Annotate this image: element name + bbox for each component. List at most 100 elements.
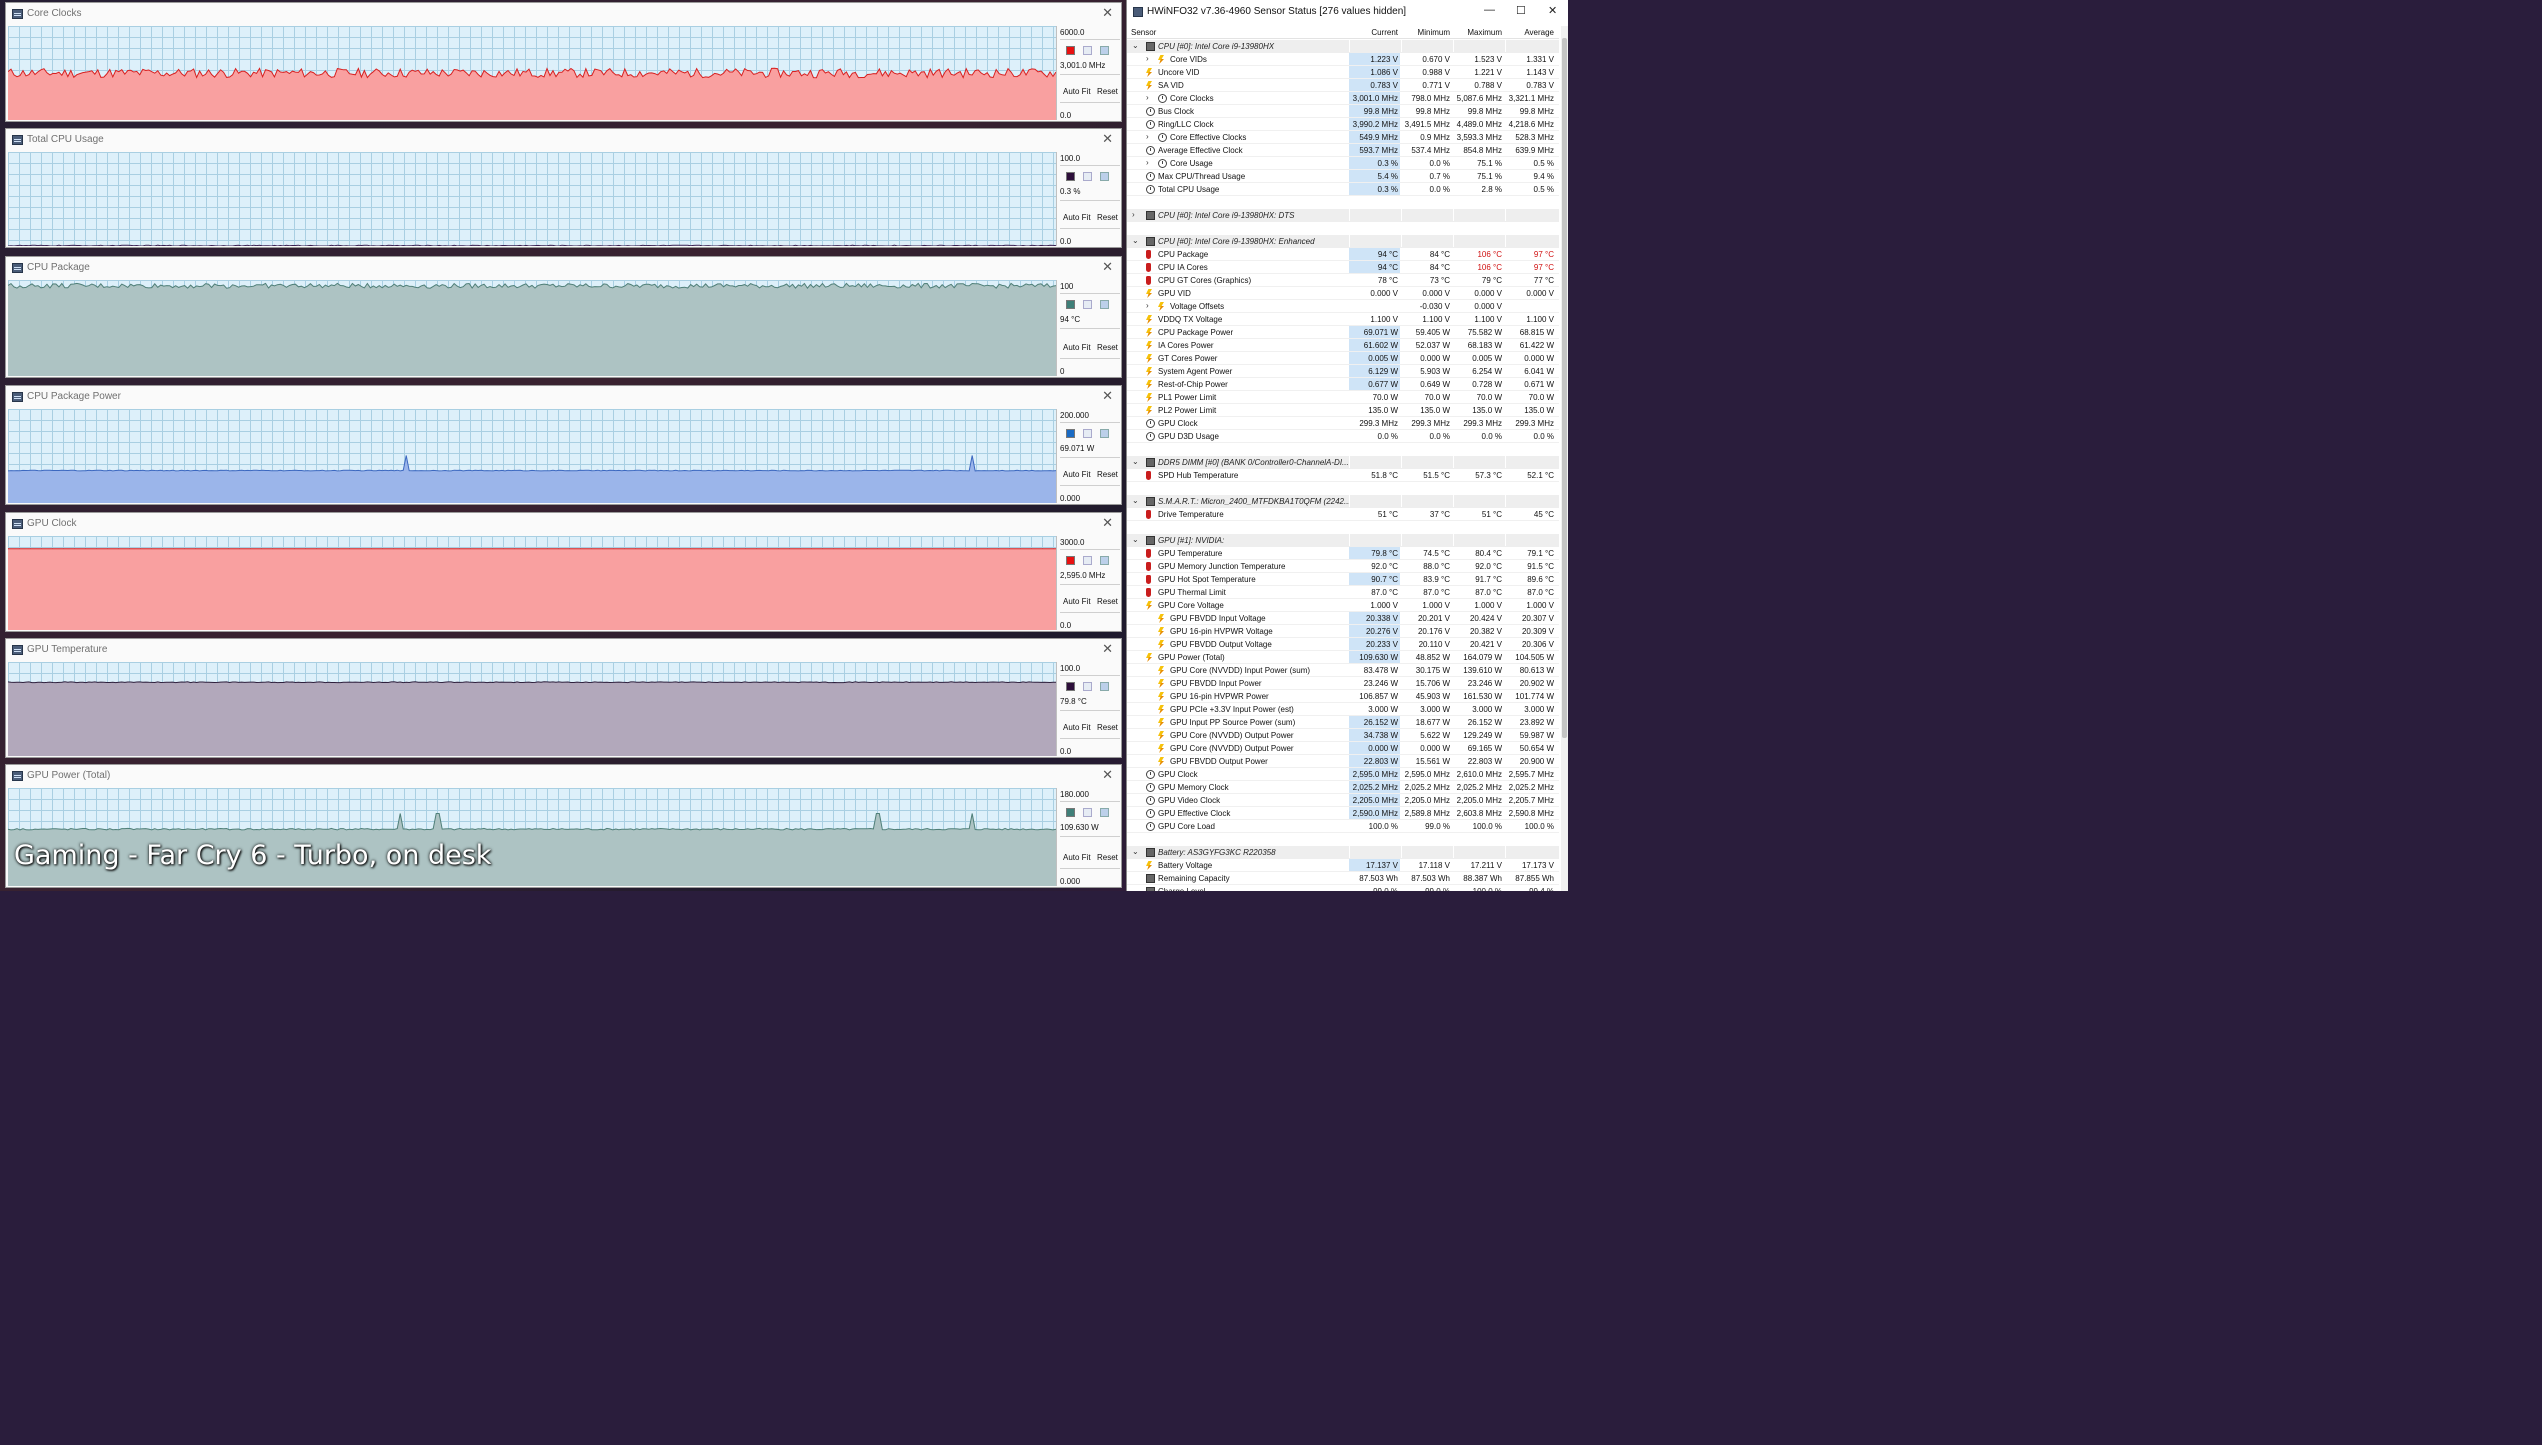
sensor-row[interactable]: GPU FBVDD Input Power 23.246 W 15.706 W … — [1127, 677, 1559, 690]
color-swatch[interactable] — [1066, 46, 1075, 55]
sensor-row[interactable]: GT Cores Power 0.005 W 0.000 W 0.005 W 0… — [1127, 352, 1559, 365]
sensor-row[interactable]: › Voltage Offsets -0.030 V 0.000 V — [1127, 300, 1559, 313]
sensor-row[interactable]: GPU VID 0.000 V 0.000 V 0.000 V 0.000 V — [1127, 287, 1559, 300]
sensor-row[interactable]: Ring/LLC Clock 3,990.2 MHz 3,491.5 MHz 4… — [1127, 118, 1559, 131]
color-swatch-alt[interactable] — [1083, 46, 1092, 55]
sensor-row[interactable]: Average Effective Clock 593.7 MHz 537.4 … — [1127, 144, 1559, 157]
sensor-group-row[interactable]: › CPU [#0]: Intel Core i9-13980HX: DTS — [1127, 209, 1559, 222]
chevron-right-icon[interactable]: › — [1146, 93, 1149, 102]
graph-window-core-clocks[interactable]: Core Clocks ✕ 6000.0 3,001.0 MHz Auto Fi… — [5, 2, 1122, 122]
sensor-row[interactable]: GPU Temperature 79.8 °C 74.5 °C 80.4 °C … — [1127, 547, 1559, 560]
graph-window-total-cpu-usage[interactable]: Total CPU Usage ✕ 100.0 0.3 % Auto Fit R… — [5, 128, 1122, 248]
sensor-group-row[interactable]: ⌄ CPU [#0]: Intel Core i9-13980HX — [1127, 40, 1559, 53]
sensor-row[interactable]: CPU Package Power 69.071 W 59.405 W 75.5… — [1127, 326, 1559, 339]
close-icon[interactable]: ✕ — [1102, 388, 1113, 404]
sensor-row[interactable]: GPU Core (NVVDD) Output Power 34.738 W 5… — [1127, 729, 1559, 742]
color-swatch-alt[interactable] — [1083, 172, 1092, 181]
sensor-row[interactable]: GPU Effective Clock 2,590.0 MHz 2,589.8 … — [1127, 807, 1559, 820]
auto-fit-button[interactable]: Auto Fit — [1063, 343, 1091, 352]
sensor-row[interactable]: GPU D3D Usage 0.0 % 0.0 % 0.0 % 0.0 % — [1127, 430, 1559, 443]
sensor-row[interactable]: Bus Clock 99.8 MHz 99.8 MHz 99.8 MHz 99.… — [1127, 105, 1559, 118]
sensor-row[interactable]: GPU 16-pin HVPWR Power 106.857 W 45.903 … — [1127, 690, 1559, 703]
chevron-down-icon[interactable]: ⌄ — [1132, 847, 1139, 856]
chevron-right-icon[interactable]: › — [1132, 210, 1135, 219]
chevron-down-icon[interactable]: ⌄ — [1132, 457, 1139, 466]
sensor-row[interactable]: SPD Hub Temperature 51.8 °C 51.5 °C 57.3… — [1127, 469, 1559, 482]
sensor-row[interactable]: GPU FBVDD Input Voltage 20.338 V 20.201 … — [1127, 612, 1559, 625]
close-icon[interactable]: ✕ — [1102, 5, 1113, 21]
sensor-row[interactable]: GPU Clock 299.3 MHz 299.3 MHz 299.3 MHz … — [1127, 417, 1559, 430]
minimize-icon[interactable]: — — [1484, 4, 1495, 16]
sensor-row[interactable]: › Core VIDs 1.223 V 0.670 V 1.523 V 1.33… — [1127, 53, 1559, 66]
close-icon[interactable]: ✕ — [1102, 259, 1113, 275]
sensor-row[interactable]: GPU Core (NVVDD) Output Power 0.000 W 0.… — [1127, 742, 1559, 755]
sensor-row[interactable]: GPU Power (Total) 109.630 W 48.852 W 164… — [1127, 651, 1559, 664]
reset-button[interactable]: Reset — [1097, 723, 1118, 732]
color-swatch[interactable] — [1066, 172, 1075, 181]
column-minimum[interactable]: Minimum — [1401, 28, 1450, 37]
sensor-row[interactable]: GPU FBVDD Output Voltage 20.233 V 20.110… — [1127, 638, 1559, 651]
color-swatch-alt[interactable] — [1083, 808, 1092, 817]
reset-button[interactable]: Reset — [1097, 213, 1118, 222]
sensor-row[interactable]: SA VID 0.783 V 0.771 V 0.788 V 0.783 V — [1127, 79, 1559, 92]
reset-button[interactable]: Reset — [1097, 470, 1118, 479]
color-swatch-fill[interactable] — [1100, 300, 1109, 309]
close-icon[interactable]: ✕ — [1102, 515, 1113, 531]
graph-titlebar[interactable]: CPU Package Power ✕ — [6, 386, 1121, 408]
graph-window-cpu-package-power[interactable]: CPU Package Power ✕ 200.000 69.071 W Aut… — [5, 385, 1122, 505]
column-maximum[interactable]: Maximum — [1453, 28, 1502, 37]
chevron-down-icon[interactable]: ⌄ — [1132, 496, 1139, 505]
auto-fit-button[interactable]: Auto Fit — [1063, 470, 1091, 479]
sensor-row[interactable]: GPU Clock 2,595.0 MHz 2,595.0 MHz 2,610.… — [1127, 768, 1559, 781]
sensor-row[interactable]: CPU Package 94 °C 84 °C 106 °C 97 °C — [1127, 248, 1559, 261]
graph-window-gpu-temperature[interactable]: GPU Temperature ✕ 100.0 79.8 °C Auto Fit… — [5, 638, 1122, 758]
sensor-group-row[interactable]: ⌄ DDR5 DIMM [#0] (BANK 0/Controller0-Cha… — [1127, 456, 1559, 469]
sensor-row[interactable]: CPU GT Cores (Graphics) 78 °C 73 °C 79 °… — [1127, 274, 1559, 287]
auto-fit-button[interactable]: Auto Fit — [1063, 723, 1091, 732]
auto-fit-button[interactable]: Auto Fit — [1063, 597, 1091, 606]
sensor-row[interactable]: GPU 16-pin HVPWR Voltage 20.276 V 20.176… — [1127, 625, 1559, 638]
color-swatch-alt[interactable] — [1083, 300, 1092, 309]
auto-fit-button[interactable]: Auto Fit — [1063, 213, 1091, 222]
graph-titlebar[interactable]: GPU Temperature ✕ — [6, 639, 1121, 661]
chevron-down-icon[interactable]: ⌄ — [1132, 41, 1139, 50]
close-icon[interactable]: ✕ — [1102, 767, 1113, 783]
reset-button[interactable]: Reset — [1097, 597, 1118, 606]
sensor-row[interactable]: GPU Input PP Source Power (sum) 26.152 W… — [1127, 716, 1559, 729]
sensor-row[interactable]: Rest-of-Chip Power 0.677 W 0.649 W 0.728… — [1127, 378, 1559, 391]
sensor-row[interactable]: GPU Video Clock 2,205.0 MHz 2,205.0 MHz … — [1127, 794, 1559, 807]
sensor-row[interactable]: GPU Memory Junction Temperature 92.0 °C … — [1127, 560, 1559, 573]
sensor-group-row[interactable]: ⌄ Battery: AS3GYFG3KC R220358 — [1127, 846, 1559, 859]
color-swatch-alt[interactable] — [1083, 429, 1092, 438]
color-swatch-fill[interactable] — [1100, 172, 1109, 181]
sensor-row[interactable]: CPU IA Cores 94 °C 84 °C 106 °C 97 °C — [1127, 261, 1559, 274]
sensor-row[interactable]: › Core Effective Clocks 549.9 MHz 0.9 MH… — [1127, 131, 1559, 144]
color-swatch[interactable] — [1066, 556, 1075, 565]
color-swatch-fill[interactable] — [1100, 46, 1109, 55]
auto-fit-button[interactable]: Auto Fit — [1063, 87, 1091, 96]
column-average[interactable]: Average — [1505, 28, 1554, 37]
sensor-row[interactable]: GPU Core Voltage 1.000 V 1.000 V 1.000 V… — [1127, 599, 1559, 612]
sensor-row[interactable]: VDDQ TX Voltage 1.100 V 1.100 V 1.100 V … — [1127, 313, 1559, 326]
graph-window-gpu-clock[interactable]: GPU Clock ✕ 3000.0 2,595.0 MHz Auto Fit … — [5, 512, 1122, 632]
sensor-row[interactable]: GPU Thermal Limit 87.0 °C 87.0 °C 87.0 °… — [1127, 586, 1559, 599]
color-swatch-fill[interactable] — [1100, 556, 1109, 565]
color-swatch-fill[interactable] — [1100, 808, 1109, 817]
color-swatch[interactable] — [1066, 300, 1075, 309]
sensor-row[interactable]: GPU Core (NVVDD) Input Power (sum) 83.47… — [1127, 664, 1559, 677]
reset-button[interactable]: Reset — [1097, 87, 1118, 96]
scrollbar-thumb[interactable] — [1562, 38, 1567, 738]
color-swatch[interactable] — [1066, 682, 1075, 691]
graph-titlebar[interactable]: Total CPU Usage ✕ — [6, 129, 1121, 151]
reset-button[interactable]: Reset — [1097, 343, 1118, 352]
scrollbar[interactable] — [1561, 26, 1568, 891]
chevron-right-icon[interactable]: › — [1146, 158, 1149, 167]
graph-titlebar[interactable]: GPU Power (Total) ✕ — [6, 765, 1121, 787]
sensor-group-row[interactable]: ⌄ GPU [#1]: NVIDIA: — [1127, 534, 1559, 547]
sensor-row[interactable]: Drive Temperature 51 °C 37 °C 51 °C 45 °… — [1127, 508, 1559, 521]
sensor-row[interactable]: Max CPU/Thread Usage 5.4 % 0.7 % 75.1 % … — [1127, 170, 1559, 183]
sensor-row[interactable]: Battery Voltage 17.137 V 17.118 V 17.211… — [1127, 859, 1559, 872]
maximize-icon[interactable]: ☐ — [1516, 4, 1526, 17]
sensor-row[interactable]: › Core Clocks 3,001.0 MHz 798.0 MHz 5,08… — [1127, 92, 1559, 105]
chevron-right-icon[interactable]: › — [1146, 132, 1149, 141]
